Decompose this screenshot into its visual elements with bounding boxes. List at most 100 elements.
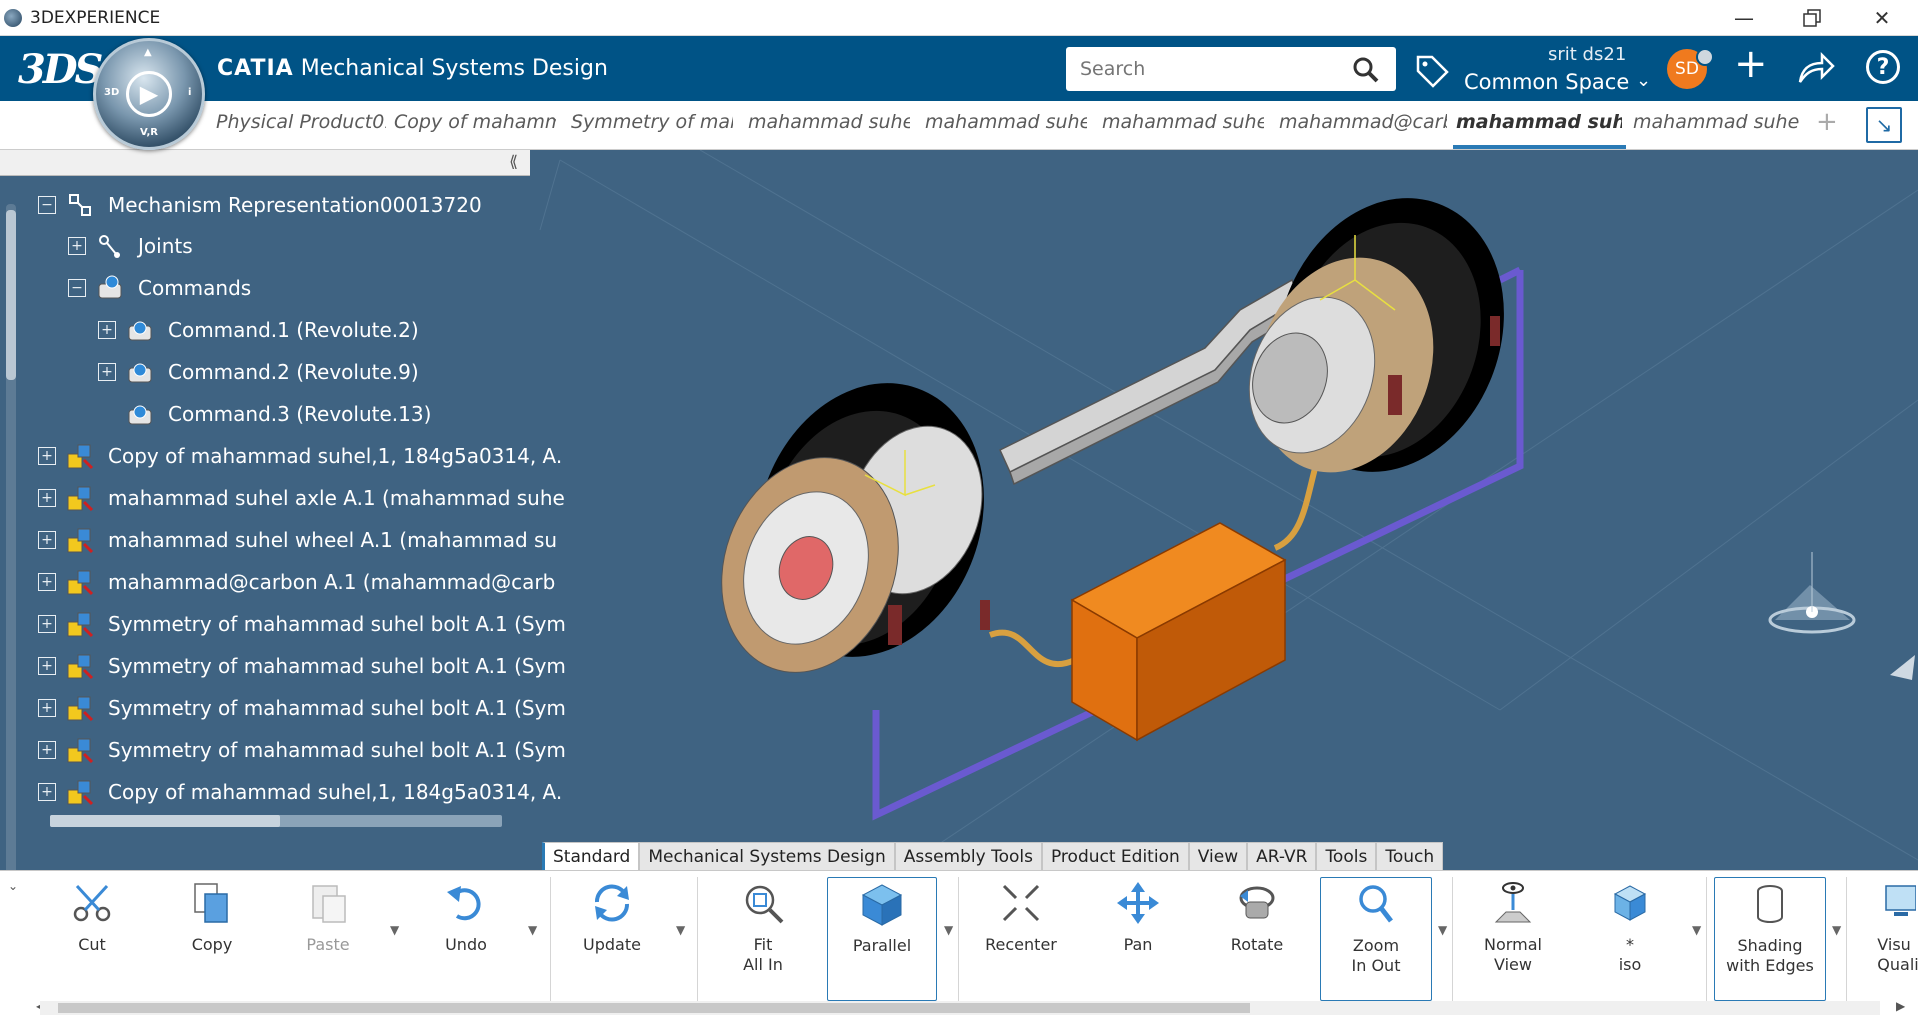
undo-button[interactable]: Undo bbox=[434, 877, 498, 1001]
shading-with-edges-button[interactable]: Shading with Edges bbox=[1714, 877, 1826, 1001]
chevron-down-icon[interactable]: ⌄ bbox=[1636, 70, 1651, 91]
paste-dropdown-icon[interactable]: ▼ bbox=[390, 923, 399, 937]
tree-item-part[interactable]: + Copy of mahammad suhel,1, 184g5a0314, … bbox=[38, 772, 562, 812]
shading-dropdown-icon[interactable]: ▼ bbox=[1832, 923, 1841, 937]
search-input[interactable] bbox=[1066, 47, 1396, 91]
rotate-button[interactable]: Rotate bbox=[1224, 877, 1290, 1001]
tree-expander[interactable]: + bbox=[38, 741, 56, 759]
joints-icon bbox=[96, 232, 124, 260]
tree-item-command-3[interactable]: Command.3 (Revolute.13) bbox=[98, 394, 431, 434]
product-icon bbox=[66, 442, 94, 470]
tree-item-mechanism-representation[interactable]: − Mechanism Representation00013720 bbox=[38, 185, 482, 225]
section-tab-tools[interactable]: Tools bbox=[1316, 842, 1377, 870]
tree-item-part[interactable]: + Symmetry of mahammad suhel bolt A.1 (S… bbox=[38, 604, 566, 644]
section-tab-assembly-tools[interactable]: Assembly Tools bbox=[894, 842, 1042, 870]
tab-copy-of-mahammad[interactable]: Copy of mahammad bbox=[394, 111, 556, 139]
zoom-in-out-button[interactable]: Zoom In Out bbox=[1320, 877, 1432, 1001]
zoom-dropdown-icon[interactable]: ▼ bbox=[1438, 923, 1447, 937]
tab-mahammad-suhel-3[interactable]: mahammad suhel bbox=[1102, 111, 1264, 139]
parallel-button[interactable]: Parallel bbox=[827, 877, 937, 1001]
pan-button[interactable]: Pan bbox=[1106, 877, 1170, 1001]
visual-quality-label: Visu Quali bbox=[1877, 935, 1918, 974]
scroll-right-icon[interactable]: ▶ bbox=[1896, 999, 1905, 1013]
projection-dropdown-icon[interactable]: ▼ bbox=[944, 923, 953, 937]
compass-widget[interactable]: ▲ 3D i ▶ V,R bbox=[93, 38, 205, 150]
tree-item-commands[interactable]: − Commands bbox=[68, 268, 251, 308]
search-icon[interactable] bbox=[1352, 56, 1380, 84]
tree-expander[interactable]: + bbox=[98, 363, 116, 381]
tab-mahammad-carbon[interactable]: mahammad@carbon bbox=[1279, 111, 1447, 139]
copy-button[interactable]: Copy bbox=[180, 877, 244, 1001]
section-tab-standard[interactable]: Standard bbox=[542, 842, 640, 870]
left-wheel[interactable] bbox=[693, 351, 1022, 698]
view-dropdown-icon[interactable]: ▼ bbox=[1692, 923, 1701, 937]
iso-view-button[interactable]: * iso bbox=[1600, 877, 1660, 1001]
update-dropdown-icon[interactable]: ▼ bbox=[676, 923, 685, 937]
minimize-button[interactable]: — bbox=[1716, 0, 1772, 36]
section-tab-product-edition[interactable]: Product Edition bbox=[1041, 842, 1189, 870]
section-tab-view[interactable]: View bbox=[1188, 842, 1248, 870]
undo-dropdown-icon[interactable]: ▼ bbox=[528, 923, 537, 937]
help-button[interactable]: ? bbox=[1866, 50, 1900, 84]
update-button[interactable]: Update bbox=[580, 877, 644, 1001]
tree-item-part[interactable]: + Symmetry of mahammad suhel bolt A.1 (S… bbox=[38, 646, 566, 686]
dassault-logo-icon: 3DS bbox=[18, 46, 103, 93]
section-tab-mechanical-systems-design[interactable]: Mechanical Systems Design bbox=[639, 842, 895, 870]
tree-horizontal-scroll-thumb[interactable] bbox=[50, 815, 280, 827]
tree-item-part[interactable]: + Symmetry of mahammad suhel bolt A.1 (S… bbox=[38, 688, 566, 728]
fit-all-in-button[interactable]: Fit All In bbox=[730, 877, 796, 1001]
tag-icon[interactable] bbox=[1414, 53, 1450, 89]
tree-item-part[interactable]: + Symmetry of mahammad suhel bolt A.1 (S… bbox=[38, 730, 566, 770]
play-icon[interactable]: ▶ bbox=[126, 71, 172, 117]
tree-expander[interactable]: − bbox=[38, 196, 56, 214]
tree-expander[interactable]: + bbox=[98, 321, 116, 339]
tab-mahammad-suhel-active[interactable]: mahammad suhel bbox=[1456, 111, 1622, 139]
tree-expander[interactable]: + bbox=[38, 699, 56, 717]
tree-item-part[interactable]: + mahammad@carbon A.1 (mahammad@carb bbox=[38, 562, 555, 602]
tree-expander[interactable]: + bbox=[38, 657, 56, 675]
tree-vertical-scroll-thumb[interactable] bbox=[6, 210, 16, 380]
tab-mahammad-suhel-1[interactable]: mahammad suhel bbox=[748, 111, 910, 139]
tree-expander[interactable]: + bbox=[38, 531, 56, 549]
tree-expander[interactable]: + bbox=[38, 447, 56, 465]
collab-space-name[interactable]: Common Space bbox=[1464, 70, 1629, 94]
tree-expander[interactable]: + bbox=[38, 783, 56, 801]
tree-item-command-2[interactable]: + Command.2 (Revolute.9) bbox=[98, 352, 419, 392]
section-tab-ar-vr[interactable]: AR-VR bbox=[1247, 842, 1317, 870]
tree-expander[interactable]: + bbox=[38, 573, 56, 591]
paste-button[interactable]: Paste bbox=[296, 877, 360, 1001]
tab-mahammad-suhel-2[interactable]: mahammad suhel bbox=[925, 111, 1087, 139]
fit-all-in-icon bbox=[737, 877, 789, 929]
tree-expander[interactable]: + bbox=[38, 615, 56, 633]
cut-button[interactable]: Cut bbox=[60, 877, 124, 1001]
share-icon[interactable] bbox=[1796, 50, 1836, 86]
collapse-icon[interactable]: ↘ bbox=[1866, 107, 1902, 143]
section-tab-touch[interactable]: Touch bbox=[1376, 842, 1444, 870]
recenter-button[interactable]: Recenter bbox=[985, 877, 1057, 1001]
tree-item-joints[interactable]: + Joints bbox=[68, 226, 193, 266]
new-tab-button[interactable]: + bbox=[1816, 107, 1838, 137]
view-compass-icon[interactable] bbox=[1768, 552, 1856, 634]
tree-item-part[interactable]: + Copy of mahammad suhel,1, 184g5a0314, … bbox=[38, 436, 562, 476]
tree-item-part[interactable]: + mahammad suhel axle A.1 (mahammad suhe bbox=[38, 478, 565, 518]
tab-symmetry[interactable]: Symmetry of mahammad bbox=[571, 111, 733, 139]
close-window-button[interactable]: ✕ bbox=[1854, 0, 1910, 36]
right-wheel[interactable] bbox=[1228, 166, 1542, 504]
tree-item-command-1[interactable]: + Command.1 (Revolute.2) bbox=[98, 310, 419, 350]
collapse-tree-icon[interactable]: ⟪ bbox=[509, 152, 518, 171]
visual-quality-button[interactable]: Visu Quali bbox=[1868, 877, 1918, 1001]
normal-view-button[interactable]: Normal View bbox=[1480, 877, 1546, 1001]
battery-box[interactable] bbox=[1070, 522, 1287, 742]
tree-expander[interactable]: − bbox=[68, 279, 86, 297]
chevron-down-icon[interactable]: ⌄ bbox=[8, 879, 18, 893]
app-title: CATIA Mechanical Systems Design bbox=[217, 56, 608, 81]
add-button[interactable]: + bbox=[1734, 44, 1768, 84]
tree-item-part[interactable]: + mahammad suhel wheel A.1 (mahammad su bbox=[38, 520, 557, 560]
toolbar-scroll-thumb[interactable] bbox=[58, 1003, 1250, 1013]
tree-expander[interactable]: + bbox=[38, 489, 56, 507]
restore-button[interactable] bbox=[1784, 0, 1840, 36]
3d-viewport[interactable]: ⟪ − Mechanism Representation00013720 + J… bbox=[0, 150, 1918, 870]
tree-expander[interactable]: + bbox=[68, 237, 86, 255]
tab-mahammad-suhel-4[interactable]: mahammad suhel bbox=[1633, 111, 1799, 139]
tab-physical-product[interactable]: Physical Product01 bbox=[216, 111, 386, 139]
